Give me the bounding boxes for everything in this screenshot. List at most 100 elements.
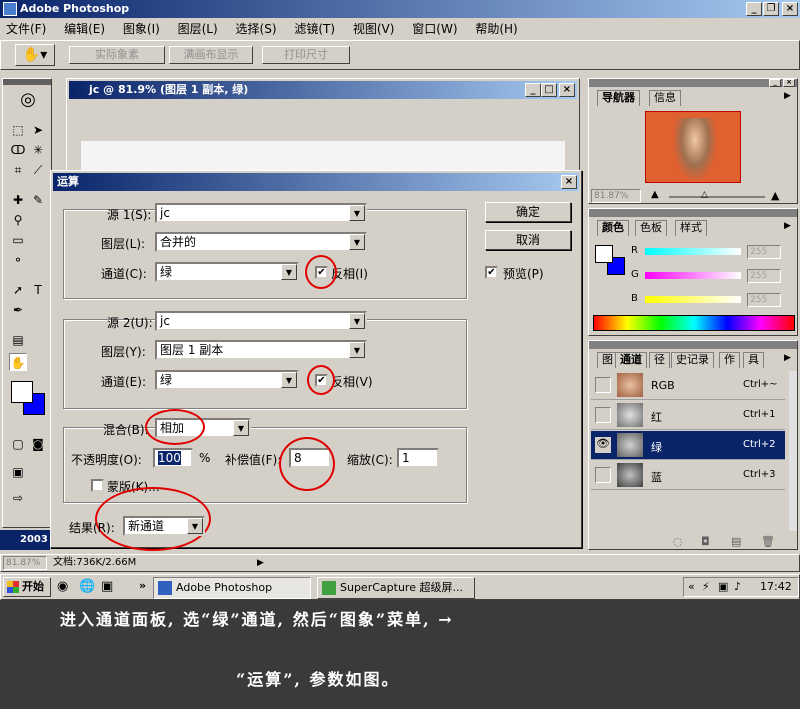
chevron-down-icon[interactable]: ▼ [349,205,365,221]
layer2-select[interactable]: 图层 1 副本 ▼ [155,340,367,360]
r-slider[interactable] [645,248,741,255]
b-slider[interactable] [645,296,741,303]
quicklaunch-more-icon[interactable]: » [139,579,146,592]
chevron-down-icon[interactable]: ▼ [349,234,365,250]
menu-file[interactable]: 文件(F) [6,22,46,36]
b-value-field[interactable]: 255 [747,293,781,307]
screen-mode-icon[interactable]: ▣ [9,463,27,481]
channel2-select[interactable]: 绿 ▼ [155,370,299,390]
channel-row-red[interactable]: 红 Ctrl+1 [591,401,785,430]
channel-row-blue[interactable]: 蓝 Ctrl+3 [591,461,785,490]
g-value-field[interactable]: 255 [747,269,781,283]
tab-history[interactable]: 史记录 [671,352,714,368]
dialog-close-button[interactable]: × [561,175,577,189]
source1-select[interactable]: jc ▼ [155,203,367,223]
desktop-icon[interactable]: ▣ [101,579,113,594]
menu-help[interactable]: 帮助(H) [475,22,517,36]
channel-row-green[interactable]: 👁 绿 Ctrl+2 [591,431,785,460]
menu-layer[interactable]: 图层(L) [178,22,218,36]
marquee-tool-icon[interactable]: ⬚ [9,121,27,139]
panel-close-icon[interactable]: × [783,79,795,87]
tab-channels[interactable]: 通道 [615,352,647,368]
standard-mode-icon[interactable]: ▢ [9,435,27,453]
start-button[interactable]: 开始 [3,577,51,597]
hand-tool-active-icon[interactable]: ✋ [9,353,27,371]
tray-volume-icon[interactable]: ♪ [734,578,741,596]
type-tool-icon[interactable]: T [29,281,47,299]
dodge-tool-icon[interactable]: ⚬ [9,251,27,269]
menu-view[interactable]: 视图(V) [353,22,395,36]
quickmask-mode-icon[interactable]: ◙ [29,435,47,453]
eraser-tool-icon[interactable]: ▭ [9,231,27,249]
source2-select[interactable]: jc ▼ [155,311,367,331]
load-selection-icon[interactable]: ◌ [673,535,683,548]
channel1-select[interactable]: 绿 ▼ [155,262,299,282]
restore-button[interactable]: ❐ [763,2,779,16]
tab-navigator[interactable]: 导航器 [597,90,640,106]
task-photoshop[interactable]: Adobe Photoshop [153,577,311,599]
navigator-thumbnail[interactable] [645,111,741,183]
heal-tool-icon[interactable]: ✚ [9,191,27,209]
ie-icon[interactable]: ◉ [57,579,68,594]
tab-tools[interactable]: 具 [743,352,764,368]
tray-expand-icon[interactable]: « [688,578,695,596]
stamp-tool-icon[interactable]: ⚲ [9,211,27,229]
layer1-select[interactable]: 合并的 ▼ [155,232,367,252]
tab-info[interactable]: 信息 [649,90,681,106]
save-selection-icon[interactable]: ◘ [701,535,710,548]
tab-swatches[interactable]: 色板 [635,220,667,236]
r-value-field[interactable]: 255 [747,245,781,259]
channels-scrollbar[interactable] [789,371,797,531]
notes-tool-icon[interactable]: ▤ [9,331,27,349]
menu-edit[interactable]: 编辑(E) [64,22,105,36]
visibility-toggle[interactable] [595,407,611,423]
fit-screen-button[interactable]: 满画布显示 [169,46,253,64]
result-select[interactable]: 新通道 ▼ [123,516,205,536]
menu-filter[interactable]: 滤镜(T) [294,22,335,36]
color-spectrum-bar[interactable] [593,315,795,331]
tab-color[interactable]: 颜色 [597,220,629,236]
new-channel-icon[interactable]: ▤ [731,535,741,548]
tab-styles[interactable]: 样式 [675,220,707,236]
status-arrow-icon[interactable]: ▶ [257,556,264,570]
panel-menu-icon[interactable]: ▶ [784,221,791,231]
cancel-button[interactable]: 取消 [485,230,571,250]
zoom-out-icon[interactable]: ▲ [651,189,659,200]
ok-button[interactable]: 确定 [485,202,571,222]
mask-checkbox[interactable] [91,479,104,492]
visibility-toggle[interactable] [595,467,611,483]
menu-select[interactable]: 选择(S) [236,22,277,36]
globe-icon[interactable]: 🌐 [79,579,95,594]
magic-wand-tool-icon[interactable]: ✳ [29,141,47,159]
tray-monitor-icon[interactable]: ▣ [718,578,728,596]
panel-minimize-icon[interactable]: _ [769,79,781,87]
crop-tool-icon[interactable]: ⌗ [9,161,27,179]
doc-minimize-button[interactable]: _ [525,83,541,97]
path-select-tool-icon[interactable]: ➚ [9,281,27,299]
panel-menu-icon[interactable]: ▶ [784,91,791,101]
zoom-in-icon[interactable]: ▲ [771,189,779,202]
fg-color-swatch[interactable] [595,245,613,263]
scale-input[interactable]: 1 [397,448,439,468]
slice-tool-icon[interactable]: ⟋ [29,161,47,179]
doc-maximize-button[interactable]: □ [541,83,557,97]
chevron-down-icon[interactable]: ▼ [281,264,297,280]
tab-actions[interactable]: 作 [719,352,740,368]
task-supercapture[interactable]: SuperCapture 超级屏... [317,577,475,599]
g-slider[interactable] [645,272,741,279]
minimized-doc-bar[interactable]: 2003 [0,530,50,550]
zoom-slider-thumb[interactable]: △ [701,190,708,200]
print-size-button[interactable]: 打印尺寸 [262,46,350,64]
chevron-down-icon[interactable]: ▼ [349,342,365,358]
close-button[interactable]: × [782,2,798,16]
chevron-down-icon[interactable]: ▼ [233,420,249,436]
minimize-button[interactable]: _ [746,2,762,16]
channel-row-rgb[interactable]: RGB Ctrl+~ [591,371,785,400]
chevron-down-icon[interactable]: ▼ [349,313,365,329]
foreground-color-swatch[interactable] [11,381,33,403]
chevron-down-icon[interactable]: ▼ [187,518,203,534]
doc-close-button[interactable]: × [559,83,575,97]
zoom-slider-track[interactable] [669,196,765,198]
tab-paths[interactable]: 径 [649,352,670,368]
pen-tool-icon[interactable]: ✒ [9,301,27,319]
